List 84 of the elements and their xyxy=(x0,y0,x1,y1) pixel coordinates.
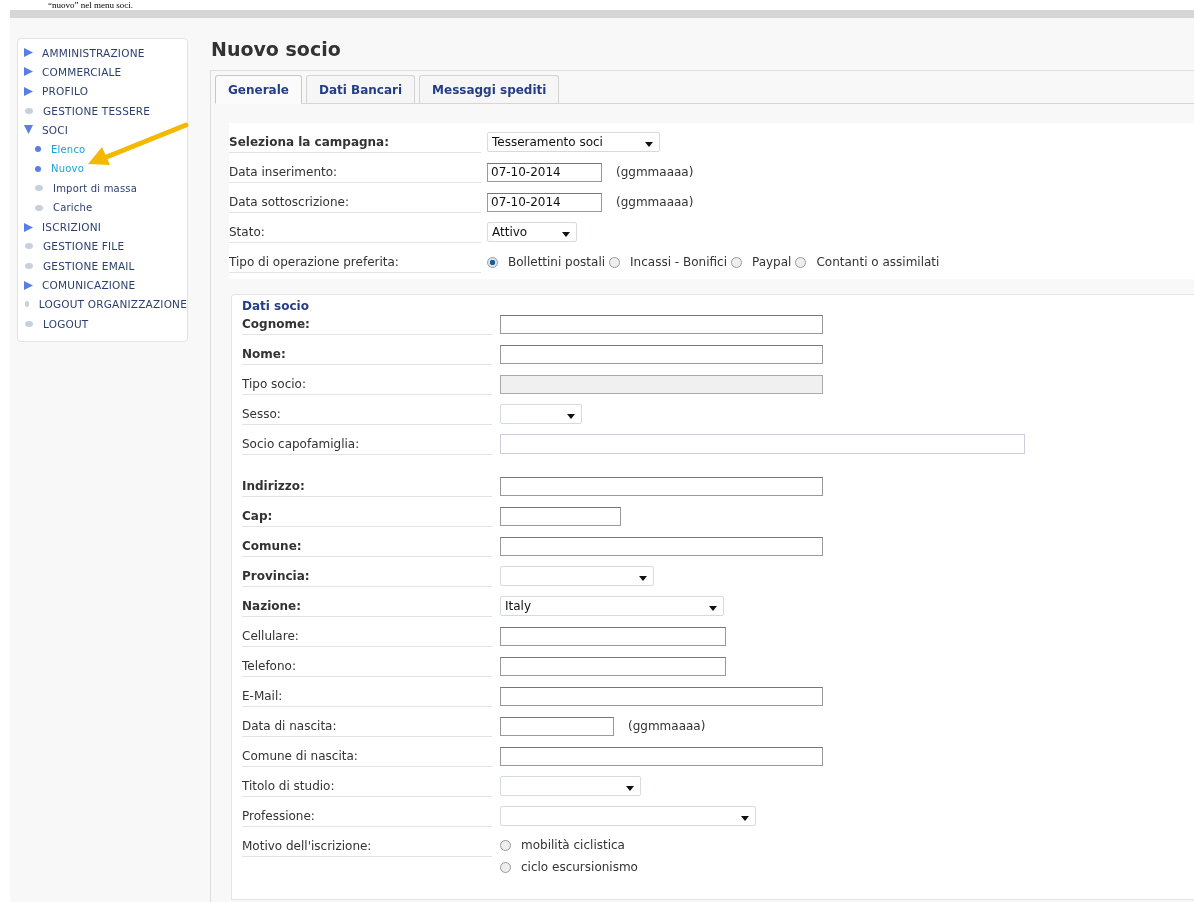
input-field[interactable] xyxy=(500,626,726,646)
field-label: Comune di nascita: xyxy=(242,749,492,767)
radio-label: ciclo escursionismo xyxy=(521,860,638,874)
page-title: Nuovo socio xyxy=(210,37,342,62)
input-field[interactable]: 07-10-2014 xyxy=(487,192,602,212)
input-field[interactable] xyxy=(500,506,621,526)
caret-icon xyxy=(562,231,570,237)
tab[interactable]: Generale xyxy=(215,75,302,104)
caret-icon xyxy=(567,413,575,419)
document-caption: “nuovo” nel menu soci. xyxy=(48,0,134,10)
field-label: Seleziona la campagna: xyxy=(229,135,481,153)
radio-button[interactable] xyxy=(500,861,511,873)
bullet-icon xyxy=(25,243,33,250)
radio-button[interactable] xyxy=(795,256,807,268)
menu-item[interactable]: COMMERCIALE xyxy=(42,65,122,78)
menu-item[interactable]: PROFILO xyxy=(42,85,89,98)
caret-icon xyxy=(639,575,647,581)
radio-label: mobilità ciclistica xyxy=(521,838,625,852)
bullet-icon xyxy=(25,320,33,327)
input-field[interactable] xyxy=(500,314,823,334)
field-label: Tipo di operazione preferita: xyxy=(229,255,481,273)
field-label: Sesso: xyxy=(242,407,492,425)
field-label: E-Mail: xyxy=(242,689,492,707)
field-label: Nome: xyxy=(242,347,492,365)
field-label: Cellulare: xyxy=(242,629,492,647)
submenu-item[interactable]: Import di massa xyxy=(53,182,138,194)
menu-item[interactable]: GESTIONE EMAIL xyxy=(43,259,135,272)
field-label: Telefono: xyxy=(242,659,492,677)
caret-icon xyxy=(741,815,749,821)
section-title: Dati socio xyxy=(242,299,310,313)
field-label: Motivo dell'iscrizione: xyxy=(242,839,492,857)
menu-item[interactable]: LOGOUT ORGANIZZAZIONE xyxy=(38,298,187,311)
input-field[interactable] xyxy=(500,344,823,364)
field-label: Titolo di studio: xyxy=(242,779,492,797)
bullet-icon xyxy=(25,262,33,269)
menu-item[interactable]: COMUNICAZIONE xyxy=(42,279,136,291)
input-field[interactable] xyxy=(500,536,823,556)
dropdown[interactable]: Italy xyxy=(500,596,724,616)
field-label: Data sottoscrizione: xyxy=(229,195,481,213)
field-label: Data inserimento: xyxy=(229,165,481,183)
caret-icon xyxy=(709,605,717,611)
format-hint: (ggmmaaaa) xyxy=(628,719,706,733)
tab[interactable]: Messaggi spediti xyxy=(419,75,560,103)
menu-item[interactable]: AMMINISTRAZIONE xyxy=(42,46,145,59)
dropdown[interactable]: Tesseramento soci xyxy=(487,132,660,152)
field-label: Comune: xyxy=(242,539,492,557)
bullet-icon xyxy=(25,301,29,308)
radio-label: Paypal xyxy=(751,255,792,269)
field-label: Cap: xyxy=(242,509,492,527)
menu-item[interactable]: GESTIONE FILE xyxy=(43,240,125,253)
radio-button[interactable] xyxy=(730,256,742,268)
radio-button[interactable] xyxy=(609,256,621,268)
radio-label: Contanti o assimilati xyxy=(816,255,940,269)
field-label: Cognome: xyxy=(242,317,492,335)
field-label: Data di nascita: xyxy=(242,719,492,737)
menu-item[interactable]: ISCRIZIONI xyxy=(42,221,101,234)
menu-item[interactable]: GESTIONE TESSERE xyxy=(43,104,151,117)
format-hint: (ggmmaaaa) xyxy=(616,165,694,179)
field-label: Nazione: xyxy=(242,599,492,617)
format-hint: (ggmmaaaa) xyxy=(616,195,694,209)
field-label: Provincia: xyxy=(242,569,492,587)
field-label: Tipo socio: xyxy=(242,377,492,395)
submenu-item[interactable]: Cariche xyxy=(53,202,93,214)
input-field[interactable] xyxy=(500,716,614,736)
input-field[interactable] xyxy=(500,476,823,496)
radio-button[interactable] xyxy=(500,839,511,851)
menu-item[interactable]: SOCI xyxy=(42,123,69,136)
radio-label: Incassi - Bonifici xyxy=(630,255,727,269)
dropdown[interactable]: Attivo xyxy=(487,222,577,242)
caret-icon xyxy=(626,785,634,791)
field-label: Indirizzo: xyxy=(242,479,492,497)
bullet-icon xyxy=(25,107,33,114)
tab[interactable]: Dati Bancari xyxy=(305,75,416,103)
menu-item[interactable]: LOGOUT xyxy=(43,317,89,330)
input-field[interactable] xyxy=(500,686,823,706)
input-field[interactable]: 07-10-2014 xyxy=(487,162,602,182)
radio-button[interactable] xyxy=(487,256,498,268)
caret-icon xyxy=(645,141,653,147)
field-label: Professione: xyxy=(242,809,492,827)
field-label: Socio capofamiglia: xyxy=(242,437,492,455)
input-field[interactable] xyxy=(500,746,823,766)
radio-label: Bollettini postali xyxy=(508,255,606,269)
input-field[interactable] xyxy=(500,656,726,676)
field-label: Stato: xyxy=(229,225,481,243)
